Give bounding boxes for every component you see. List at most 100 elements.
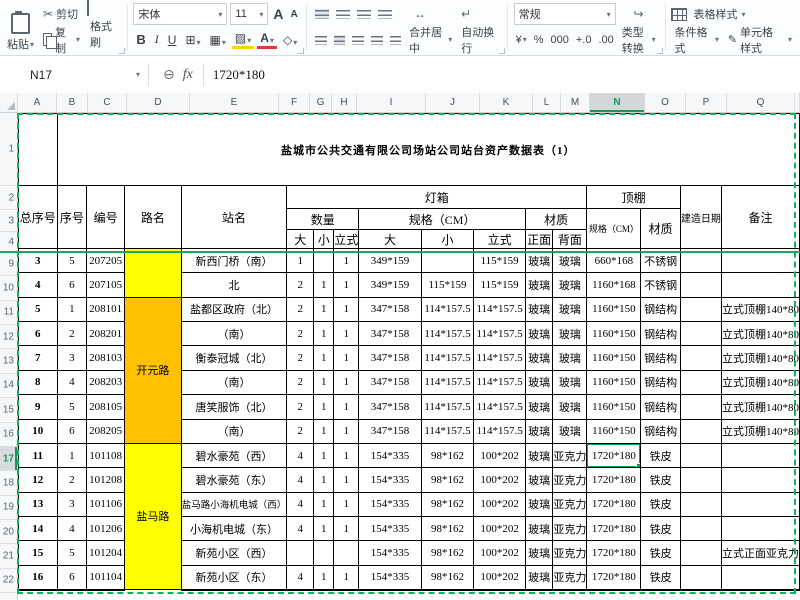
road-cell[interactable]: 盐马路: [125, 443, 182, 589]
cell-spec-upright[interactable]: 114*157.5: [474, 419, 526, 443]
cell-canopy-spec[interactable]: 1160*150: [587, 370, 641, 394]
cell-canopy-mat[interactable]: 不锈钢: [641, 273, 680, 297]
cell-mat-back[interactable]: 亚克力: [553, 565, 587, 589]
cell-qty-big[interactable]: 2: [287, 370, 314, 394]
cell-code[interactable]: 208205: [87, 419, 125, 443]
cell-canopy-spec[interactable]: 660*168: [587, 249, 641, 273]
cell-qty-small[interactable]: 1: [314, 297, 334, 321]
cell-mat-front[interactable]: 玻璃: [526, 516, 553, 540]
cell-qty-upright[interactable]: 1: [334, 419, 359, 443]
cell-canopy-mat[interactable]: 铁皮: [641, 516, 680, 540]
cell-mat-front[interactable]: 玻璃: [526, 273, 553, 297]
cell-total-no[interactable]: 16: [19, 565, 58, 589]
cell-no[interactable]: 6: [57, 273, 87, 297]
row-header-10[interactable]: 10: [0, 276, 17, 300]
cell-spec-big[interactable]: 349*159: [359, 273, 421, 297]
fill-color-button[interactable]: ▨▾: [232, 30, 254, 49]
cell-build-date[interactable]: [680, 443, 721, 467]
cell-qty-big[interactable]: 2: [287, 419, 314, 443]
cell-qty-big[interactable]: 4: [287, 565, 314, 589]
cell-spec-upright[interactable]: 100*202: [474, 492, 526, 516]
column-header-O[interactable]: O: [645, 93, 686, 112]
cell-remark[interactable]: [721, 565, 799, 589]
cell-canopy-spec[interactable]: 1160*150: [587, 346, 641, 370]
cell-qty-big[interactable]: [287, 541, 314, 565]
cell-qty-small[interactable]: 1: [314, 565, 334, 589]
cell-qty-upright[interactable]: 1: [334, 346, 359, 370]
cell-qty-upright[interactable]: 1: [334, 395, 359, 419]
cell-qty-upright[interactable]: 1: [334, 273, 359, 297]
cell-remark[interactable]: 立式顶棚140*80: [721, 297, 799, 321]
row-header-12[interactable]: 12: [0, 325, 17, 349]
header-spec-big[interactable]: 大: [359, 230, 421, 249]
cell-code[interactable]: 101206: [87, 516, 125, 540]
cell-spec-small[interactable]: 98*162: [421, 516, 474, 540]
fx-icon[interactable]: fx: [183, 67, 193, 83]
header-qty-upright[interactable]: 立式: [334, 230, 359, 249]
underline-button[interactable]: U: [165, 32, 180, 48]
cell-canopy-spec[interactable]: 1160*150: [587, 322, 641, 346]
cell-qty-upright[interactable]: 1: [334, 492, 359, 516]
cell-total-no[interactable]: 5: [19, 297, 58, 321]
cell-remark[interactable]: [721, 273, 799, 297]
cell-qty-big[interactable]: 2: [287, 322, 314, 346]
cell-qty-big[interactable]: 4: [287, 443, 314, 467]
cell-qty-big[interactable]: 4: [287, 492, 314, 516]
cell-spec-big[interactable]: 347*158: [359, 322, 421, 346]
cell-canopy-spec[interactable]: 1720*180: [587, 468, 641, 492]
cell-remark[interactable]: 立式顶棚140*80: [721, 346, 799, 370]
row-header-19[interactable]: 19: [0, 496, 17, 520]
column-header-A[interactable]: A: [18, 93, 57, 112]
italic-button[interactable]: I: [152, 31, 162, 48]
cell-remark[interactable]: 立式顶棚140*80: [721, 322, 799, 346]
format-painter-button[interactable]: 格式刷: [87, 16, 121, 52]
cell-total-no[interactable]: 4: [19, 273, 58, 297]
cell-spec-big[interactable]: 347*158: [359, 346, 421, 370]
row-header-4[interactable]: 4: [0, 232, 17, 252]
cell-code[interactable]: 207105: [87, 273, 125, 297]
cell-mat-back[interactable]: 玻璃: [553, 346, 587, 370]
cell-mat-front[interactable]: 玻璃: [526, 249, 553, 273]
cell-style-button[interactable]: ✎单元格样式▾: [725, 22, 795, 57]
formula-input[interactable]: 1720*180: [204, 56, 800, 93]
cell-remark[interactable]: 立式顶棚140*80: [721, 370, 799, 394]
cell-mat-front[interactable]: 玻璃: [526, 322, 553, 346]
cell-canopy-mat[interactable]: 铁皮: [641, 468, 680, 492]
cell-qty-small[interactable]: 1: [314, 370, 334, 394]
cell-mat-back[interactable]: 亚克力: [553, 541, 587, 565]
copy-button[interactable]: 复制▾: [40, 22, 83, 57]
conditional-format-button[interactable]: 条件格式▾: [671, 22, 721, 57]
clear-format-button[interactable]: ◇▾: [280, 32, 300, 48]
cell-qty-upright[interactable]: [334, 541, 359, 565]
cell-remark[interactable]: [721, 492, 799, 516]
cell-spec-big[interactable]: 154*335: [359, 565, 421, 589]
cell-no[interactable]: 1: [57, 297, 87, 321]
cell-spec-upright[interactable]: 114*157.5: [474, 395, 526, 419]
cell-canopy-mat[interactable]: 钢结构: [641, 346, 680, 370]
cell-spec-upright[interactable]: 100*202: [474, 468, 526, 492]
cell-spec-small[interactable]: 114*157.5: [421, 297, 474, 321]
header-build-date[interactable]: 建造日期: [680, 186, 721, 249]
cell-canopy-spec[interactable]: 1160*150: [587, 297, 641, 321]
cell-station[interactable]: （南）: [181, 370, 287, 394]
cell-code[interactable]: 101208: [87, 468, 125, 492]
cell-no[interactable]: 4: [57, 370, 87, 394]
cell-mat-front[interactable]: 玻璃: [526, 419, 553, 443]
row-header-18[interactable]: 18: [0, 471, 17, 495]
font-size-select[interactable]: 11▾: [230, 3, 268, 25]
header-qty-small[interactable]: 小: [314, 230, 334, 249]
decrease-font-button[interactable]: A: [289, 9, 300, 20]
cell-no[interactable]: 5: [57, 541, 87, 565]
cell-mat-front[interactable]: 玻璃: [526, 395, 553, 419]
cell-mat-front[interactable]: 玻璃: [526, 297, 553, 321]
cell-spec-small[interactable]: [421, 249, 474, 273]
type-convert-button[interactable]: 类型转换▾: [619, 22, 659, 57]
cell-build-date[interactable]: [680, 370, 721, 394]
header-spec-small[interactable]: 小: [421, 230, 474, 249]
cell-station[interactable]: 新西门桥（南）: [181, 249, 287, 273]
row-header-1[interactable]: 1: [0, 113, 17, 186]
cell-mat-back[interactable]: 亚克力: [553, 443, 587, 467]
cell-qty-small[interactable]: 1: [314, 443, 334, 467]
cell-spec-small[interactable]: 114*157.5: [421, 346, 474, 370]
row-header-21[interactable]: 21: [0, 544, 17, 568]
